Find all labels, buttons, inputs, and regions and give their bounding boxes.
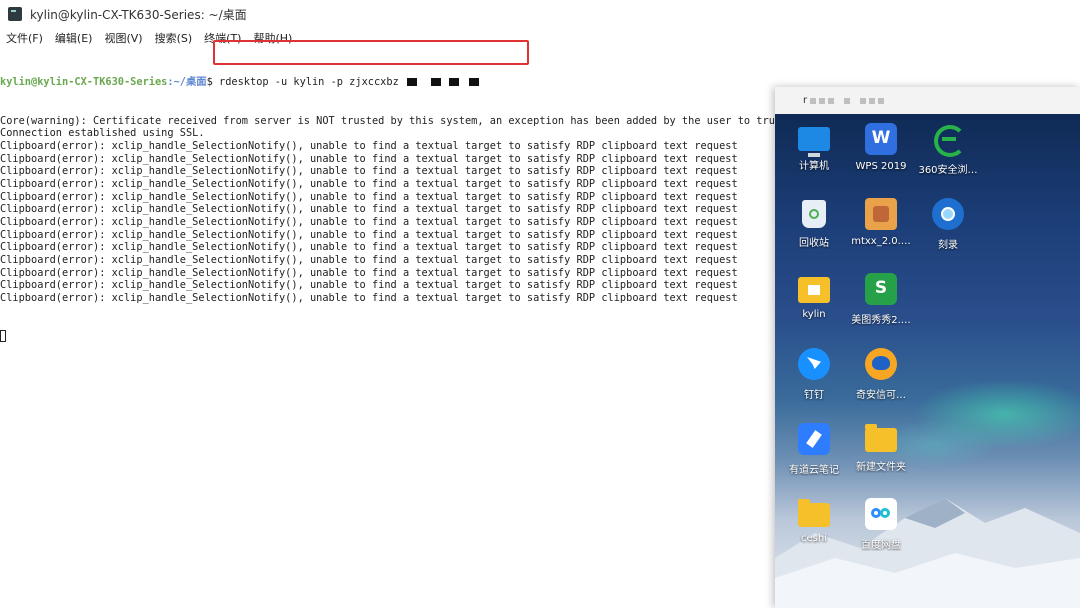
recycle-bin-icon (802, 200, 826, 228)
window-title: kylin@kylin-CX-TK630-Series: ~/桌面 (30, 7, 247, 22)
terminal-line: Clipboard(error): xclip_handle_Selection… (0, 216, 738, 228)
desktop-icon-label: 360安全浏… (918, 165, 978, 176)
terminal-titlebar: kylin@kylin-CX-TK630-Series: ~/桌面 (0, 0, 1080, 28)
rdesktop-title: r (803, 95, 808, 106)
terminal-line: Clipboard(error): xclip_handle_Selection… (0, 241, 738, 254)
desktop-icon[interactable]: 刻录 (913, 198, 983, 251)
desktop-icon[interactable]: 回收站 (779, 198, 849, 249)
remote-desktop[interactable]: 计算机 WPS 2019 360安全浏… 回收站 mtxx_2.0.… 刻录 kylin 美图… (775, 114, 1080, 608)
cursor-line (0, 330, 770, 343)
menu-file[interactable]: 文件(F) (0, 30, 49, 46)
prompt-path: :~/桌面 (167, 76, 207, 89)
computer-icon (798, 127, 830, 157)
desktop-icon[interactable]: 百度网盘 (846, 498, 916, 551)
desktop-icon-label: 刻录 (938, 240, 958, 251)
burn-disc-icon (932, 198, 964, 230)
wps-icon (865, 123, 897, 155)
terminal-line: Clipboard(error): xclip_handle_Selection… (0, 228, 738, 241)
terminal-line: Core(warning): Certificate received from… (0, 114, 955, 127)
desktop-icon-label: 美图秀秀2.… (851, 315, 911, 326)
terminal-line: Clipboard(error): xclip_handle_Selection… (0, 165, 738, 178)
desktop-icon[interactable]: 计算机 (779, 123, 849, 172)
menu-view[interactable]: 视图(V) (98, 30, 148, 46)
terminal-line: Clipboard(error): xclip_handle_Selection… (0, 254, 738, 267)
desktop-icon-label: 回收站 (799, 238, 829, 249)
qianxin-icon (865, 348, 897, 380)
folder-icon (798, 499, 830, 527)
desktop-icon[interactable]: kylin (779, 273, 849, 320)
redaction-mask (819, 97, 826, 104)
terminal-line: Clipboard(error): xclip_handle_Selection… (0, 177, 738, 190)
menu-bar: 文件(F) 编辑(E) 视图(V) 搜索(S) 终端(T) 帮助(H) (0, 28, 1080, 48)
home-folder-icon (798, 277, 830, 303)
mtxx-icon (865, 198, 897, 230)
desktop-icon[interactable]: 有道云笔记 (779, 423, 849, 476)
desktop-icon-label: WPS 2019 (855, 161, 907, 172)
desktop-icon-label: ceshi (801, 533, 827, 544)
desktop-icon[interactable]: 新建文件夹 (846, 423, 916, 473)
output-lines: Core(warning): Certificate received from… (0, 114, 955, 305)
desktop-icon-label: 有道云笔记 (789, 465, 839, 476)
desktop-icon[interactable]: ceshi (779, 498, 849, 544)
desktop-icon[interactable]: mtxx_2.0.… (846, 198, 916, 247)
baidu-netdisk-icon (865, 498, 897, 530)
desktop-icon[interactable]: 360安全浏… (913, 123, 983, 176)
terminal-line: Clipboard(error): xclip_handle_Selection… (0, 203, 738, 216)
redaction-mask (860, 97, 867, 104)
redaction-mask (406, 78, 417, 87)
dingtalk-icon (798, 348, 830, 380)
rdesktop-titlebar: r (775, 87, 1080, 114)
youdao-note-icon (798, 423, 830, 455)
desktop-icon[interactable]: 美图秀秀2.… (846, 273, 916, 326)
redaction-mask (468, 78, 479, 87)
prompt-user: kylin@kylin-CX-TK630-Series (0, 76, 168, 89)
redaction-mask (448, 78, 459, 87)
desktop-icon[interactable]: 奇安信可… (846, 348, 916, 401)
terminal-line: Connection established using SSL. (0, 127, 205, 140)
redaction-mask (430, 78, 441, 87)
command-line: kylin@kylin-CX-TK630-Series:~/桌面$ rdeskt… (0, 76, 770, 89)
redaction-mask (869, 97, 876, 104)
terminal-line: Clipboard(error): xclip_handle_Selection… (0, 292, 738, 305)
desktop-icon-label: kylin (802, 309, 826, 320)
360-browser-icon (932, 123, 966, 157)
terminal-line: Clipboard(error): xclip_handle_Selection… (0, 266, 738, 279)
folder-icon (865, 424, 897, 452)
desktop-icon[interactable]: 钉钉 (779, 348, 849, 401)
desktop-icon-label: 奇安信可… (856, 390, 906, 401)
redaction-mask (878, 97, 885, 104)
desktop-icon-label: 百度网盘 (861, 540, 901, 551)
desktop-icon-label: 钉钉 (804, 390, 824, 401)
desktop-icon-label: 新建文件夹 (856, 462, 906, 473)
meitu-icon (865, 273, 897, 305)
terminal-line: Clipboard(error): xclip_handle_Selection… (0, 279, 738, 292)
rdesktop-window[interactable]: r 计算机 WPS 2019 360安全浏… 回收站 mtxx_2.0.… 刻录 kylin… (775, 87, 1080, 608)
terminal-app-icon (8, 7, 22, 21)
terminal-cursor (0, 330, 6, 343)
terminal-line: Clipboard(error): xclip_handle_Selection… (0, 152, 738, 165)
command-highlight-box (213, 40, 529, 65)
redaction-mask (828, 97, 835, 104)
desktop-icon-label: mtxx_2.0.… (851, 236, 911, 247)
desktop-icon[interactable]: WPS 2019 (846, 123, 916, 172)
desktop-icon-label: 计算机 (799, 161, 829, 172)
terminal-line: Clipboard(error): xclip_handle_Selection… (0, 190, 738, 203)
terminal-output[interactable]: kylin@kylin-CX-TK630-Series:~/桌面$ rdeskt… (0, 51, 955, 608)
command-text: rdesktop -u kylin -p zjxccxbz (212, 76, 405, 89)
menu-search[interactable]: 搜索(S) (149, 30, 199, 46)
redaction-mask (810, 97, 817, 104)
menu-edit[interactable]: 编辑(E) (49, 30, 99, 46)
terminal-line: Clipboard(error): xclip_handle_Selection… (0, 139, 738, 152)
redaction-mask (844, 97, 851, 104)
